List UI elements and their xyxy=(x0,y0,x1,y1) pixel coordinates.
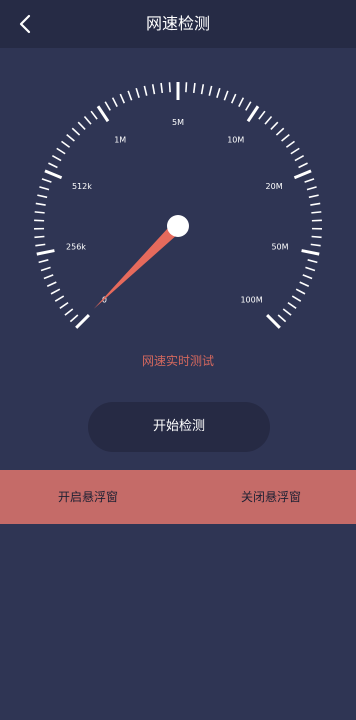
gauge-minor-tick xyxy=(208,85,213,96)
gauge-label: 50M xyxy=(271,242,288,251)
gauge-major-tick xyxy=(293,169,312,180)
gauge-major-tick xyxy=(246,105,260,123)
gauge-minor-tick xyxy=(34,211,45,214)
gauge-minor-tick xyxy=(111,97,118,107)
start-test-button[interactable]: 开始检测 xyxy=(88,402,270,452)
gauge-minor-tick xyxy=(34,235,45,239)
gauge-minor-tick xyxy=(48,162,58,169)
needle-pointer xyxy=(93,221,183,309)
gauge-label: 100M xyxy=(240,296,262,305)
gauge-minor-tick xyxy=(104,101,111,111)
gauge-minor-tick xyxy=(66,134,75,142)
gauge-minor-tick xyxy=(294,154,305,162)
gauge-minor-tick xyxy=(230,93,237,104)
gauge-minor-tick xyxy=(302,274,313,280)
gauge-major-tick xyxy=(44,169,63,180)
gauge-minor-tick xyxy=(168,82,171,93)
gauge-minor-tick xyxy=(71,127,81,136)
gauge-labels: 0256k512k1M5M10M20M50M100M xyxy=(66,118,289,305)
gauge-label: 1M xyxy=(114,136,126,145)
gauge-minor-tick xyxy=(295,288,306,295)
gauge-minor-tick xyxy=(287,301,297,309)
gauge-minor-tick xyxy=(61,140,71,148)
page-title: 网速检测 xyxy=(145,14,210,33)
open-floating-window-button[interactable]: 开启悬浮窗 xyxy=(58,470,118,524)
gauge-minor-tick xyxy=(51,154,62,162)
gauge-minor-tick xyxy=(119,93,126,104)
gauge-minor-tick xyxy=(90,110,98,120)
gauge-minor-tick xyxy=(245,101,252,111)
gauge-minor-tick xyxy=(310,202,321,206)
gauge-minor-tick xyxy=(299,281,310,288)
gauge-minor-tick xyxy=(281,134,290,142)
gauge-minor-tick xyxy=(310,243,321,247)
gauge-minor-tick xyxy=(43,274,54,280)
gauge-minor-tick xyxy=(64,308,74,316)
gauge-minor-tick xyxy=(35,202,46,206)
gauge-minor-tick xyxy=(311,211,322,214)
gauge-minor-tick xyxy=(35,243,46,247)
gauge-minor-tick xyxy=(38,259,49,264)
gauge-label: 256k xyxy=(66,242,86,251)
gauge-minor-tick xyxy=(304,178,315,183)
gauge-minor-tick xyxy=(223,90,229,101)
gauge-minor-tick xyxy=(306,186,317,191)
gauge-minor-tick xyxy=(238,97,245,107)
gauge-minor-tick xyxy=(305,266,316,272)
gauge-major-tick xyxy=(301,249,320,256)
gauge-minor-tick xyxy=(298,162,308,169)
gauge-minor-tick xyxy=(264,115,273,125)
back-button[interactable] xyxy=(12,10,40,38)
gauge-minor-tick xyxy=(200,84,205,95)
gauge-minor-tick xyxy=(290,147,300,155)
gauge-minor-tick xyxy=(282,308,292,316)
gauge-label: 5M xyxy=(172,118,184,127)
gauge-minor-tick xyxy=(185,82,188,93)
gauge-minor-tick xyxy=(37,194,48,199)
gauge-minor-tick xyxy=(270,121,279,130)
gauge-minor-tick xyxy=(308,194,319,199)
speed-test-screen: 网速检测 0 256k 512k 1M 5M 10M 20M 50M 100M 网速实时测试 开… xyxy=(0,0,356,720)
gauge-minor-tick xyxy=(192,82,196,94)
gauge-minor-tick xyxy=(40,266,51,272)
gauge-minor-tick xyxy=(69,314,79,323)
gauge-minor-tick xyxy=(307,259,318,264)
floating-window-bar: 开启悬浮窗 关闭悬浮窗 xyxy=(0,470,356,524)
speed-gauge: 0256k512k1M5M10M20M50M100M xyxy=(34,82,322,329)
gauge-caption: 网速实时测试 xyxy=(141,354,214,368)
chevron-left-icon xyxy=(19,14,31,34)
gauge-label: 512k xyxy=(72,182,92,191)
gauge-minor-tick xyxy=(54,295,65,302)
gauge-minor-tick xyxy=(77,121,86,130)
gauge-minor-tick xyxy=(285,140,295,148)
gauge-minor-tick xyxy=(216,87,221,99)
gauge-minor-tick xyxy=(151,84,156,95)
gauge-minor-tick xyxy=(258,110,266,120)
gauge-minor-tick xyxy=(275,127,285,136)
gauge-minor-tick xyxy=(59,301,69,309)
top-nav-bar: 网速检测 xyxy=(0,0,356,48)
gauge-major-tick xyxy=(36,249,55,256)
gauge-minor-tick xyxy=(135,87,140,99)
gauge-needle xyxy=(93,215,189,309)
gauge-minor-tick xyxy=(143,85,148,96)
gauge-label: 10M xyxy=(227,136,244,145)
gauge-minor-tick xyxy=(46,281,57,288)
gauge-label: 20M xyxy=(266,182,283,191)
gauge-minor-tick xyxy=(311,235,322,239)
gauge-minor-tick xyxy=(277,314,287,323)
gauge-minor-tick xyxy=(127,90,133,101)
close-floating-window-button[interactable]: 关闭悬浮窗 xyxy=(241,470,301,524)
gauge-major-tick xyxy=(96,105,110,123)
gauge-minor-tick xyxy=(160,82,164,94)
gauge-minor-tick xyxy=(291,295,302,302)
needle-hub xyxy=(167,215,189,237)
gauge-major-tick xyxy=(75,314,90,329)
gauge-minor-tick xyxy=(41,178,52,183)
gauge-minor-tick xyxy=(56,147,66,155)
gauge-minor-tick xyxy=(50,288,61,295)
gauge-minor-tick xyxy=(83,115,92,125)
gauge-major-tick xyxy=(266,314,281,329)
gauge-minor-tick xyxy=(39,186,50,191)
